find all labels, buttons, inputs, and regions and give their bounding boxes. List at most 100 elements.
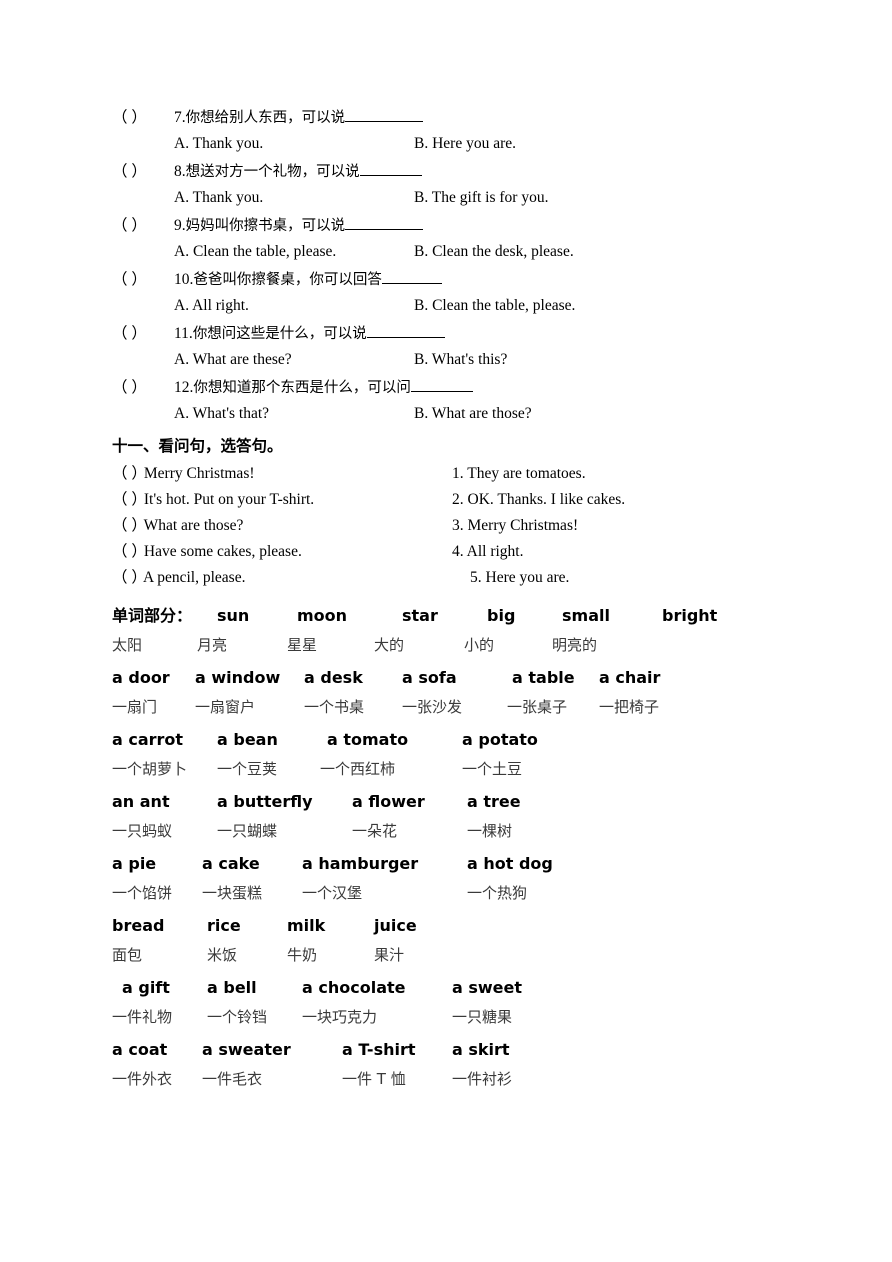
- matching-prompt: （ ） Have some cakes, please.: [112, 539, 452, 565]
- vocabulary-word-cn: 面包: [112, 946, 143, 964]
- option-a[interactable]: A. All right.: [174, 293, 414, 319]
- vocabulary-word-cn: 太阳: [112, 636, 143, 654]
- fill-in-blank[interactable]: [359, 161, 422, 176]
- question-number: 11.: [174, 325, 193, 342]
- option-b[interactable]: B. Here you are.: [414, 131, 516, 157]
- vocabulary-group: a gift a bell a chocolate a sweet 一件礼物 一个铃铛 一块…: [112, 973, 792, 1031]
- question-number: 7.: [174, 109, 186, 126]
- matching-answer-bracket[interactable]: （ ）: [112, 487, 147, 513]
- matching-prompt: （ ） What are those?: [112, 513, 452, 539]
- vocabulary-word-en: a sweet: [452, 978, 523, 997]
- vocabulary-word-en: a gift: [122, 978, 170, 997]
- vocabulary-chinese-row: 太阳 月亮 星星 大的 小的 明亮的: [112, 631, 792, 659]
- multiple-choice-item: （ ） 9. 妈妈叫你擦书桌，可以说 A. Clean the table, ple…: [112, 213, 792, 265]
- vocabulary-chinese-row: 面包 米饭 牛奶 果汁: [112, 941, 792, 969]
- vocabulary-group: a coat a sweater a T-shirt a skirt 一件外衣 一件毛衣一…: [112, 1035, 792, 1093]
- vocabulary-word-en: juice: [374, 916, 417, 935]
- matching-answer-bracket[interactable]: （ ）: [112, 565, 147, 591]
- vocabulary-word-cn: 一个汉堡: [302, 884, 363, 902]
- vocabulary-word-cn: 一个豆荚: [217, 760, 278, 778]
- matching-answer-text: 1. They are tomatoes.: [452, 465, 586, 482]
- fill-in-blank[interactable]: [410, 377, 473, 392]
- option-a[interactable]: A. Thank you.: [174, 185, 414, 211]
- matching-prompt-text: What are those?: [140, 517, 244, 534]
- option-a[interactable]: A. Thank you.: [174, 131, 414, 157]
- answer-bracket[interactable]: （ ）: [112, 213, 174, 239]
- vocabulary-word-cn: 一棵树: [467, 822, 513, 840]
- vocabulary-chinese-row: 一个馅饼 一块蛋糕 一个汉堡 一个热狗: [112, 879, 792, 907]
- answer-bracket[interactable]: （ ）: [112, 105, 174, 131]
- question-line: （ ） 10. 爸爸叫你擦餐桌，你可以回答: [112, 267, 792, 293]
- fill-in-blank[interactable]: [345, 107, 424, 122]
- vocabulary-word-cn: 一件外衣: [112, 1070, 173, 1088]
- option-b[interactable]: B. Clean the table, please.: [414, 293, 575, 319]
- vocabulary-word-cn: 一张沙发: [402, 698, 463, 716]
- vocabulary-chinese-row: 一只蚂蚁 一只蝴蝶 一朵花 一棵树: [112, 817, 792, 845]
- vocabulary-word-en: a tomato: [327, 730, 409, 749]
- answer-bracket[interactable]: （ ）: [112, 321, 174, 347]
- matching-section: （ ） Merry Christmas! 1. They are tomatoes…: [112, 461, 792, 591]
- matching-prompt-text: Merry Christmas!: [140, 465, 255, 482]
- fill-in-blank[interactable]: [366, 323, 445, 338]
- vocabulary-word-cn: 一扇窗户: [195, 698, 256, 716]
- option-a[interactable]: A. What are these?: [174, 347, 414, 373]
- option-a[interactable]: A. Clean the table, please.: [174, 239, 414, 265]
- vocabulary-word-en: a T-shirt: [342, 1040, 416, 1059]
- option-a[interactable]: A. What's that?: [174, 401, 414, 427]
- vocabulary-word-cn: 星星: [287, 636, 318, 654]
- vocabulary-group: a door a window a desk a sofa a table a chair…: [112, 663, 792, 721]
- vocabulary-word-cn: 一个土豆: [462, 760, 523, 778]
- answer-bracket[interactable]: （ ）: [112, 159, 174, 185]
- vocabulary-word-en: a hamburger: [302, 854, 419, 873]
- option-b[interactable]: B. Clean the desk, please.: [414, 239, 574, 265]
- vocabulary-english-row: bread rice milk juice: [112, 911, 792, 941]
- vocabulary-word-en: bread: [112, 916, 165, 935]
- vocabulary-word-en: rice: [207, 916, 241, 935]
- matching-answer-bracket[interactable]: （ ）: [112, 513, 147, 539]
- vocabulary-word-cn: 一件衬衫: [452, 1070, 513, 1088]
- question-text: 你想知道那个东西是什么，可以问: [193, 380, 411, 396]
- vocabulary-word-cn: 大的: [374, 636, 405, 654]
- vocabulary-word-cn: 月亮: [197, 636, 228, 654]
- option-line: A. What's that? B. What are those?: [112, 401, 792, 427]
- option-b[interactable]: B. The gift is for you.: [414, 185, 548, 211]
- vocabulary-word-cn: 一件 T 恤: [342, 1070, 406, 1088]
- matching-answer-bracket[interactable]: （ ）: [112, 539, 147, 565]
- question-text: 妈妈叫你擦书桌，可以说: [185, 218, 346, 234]
- vocabulary-word-cn: 牛奶: [287, 946, 318, 964]
- vocabulary-word-cn: 一块巧克力: [302, 1008, 378, 1026]
- matching-answer-text: 5. Here you are.: [470, 569, 570, 586]
- vocabulary-word-cn: 明亮的: [552, 636, 598, 654]
- vocabulary-group: an ant a butterfly a flower a tree 一只蚂蚁 一只蝴蝶一…: [112, 787, 792, 845]
- vocabulary-word-cn: 一件毛衣: [202, 1070, 263, 1088]
- answer-bracket[interactable]: （ ）: [112, 375, 174, 401]
- option-b[interactable]: B. What are those?: [414, 401, 532, 427]
- question-text: 想送对方一个礼物，可以说: [185, 164, 360, 180]
- option-line: A. Thank you. B. The gift is for you.: [112, 185, 792, 211]
- matching-answer-bracket[interactable]: （ ）: [112, 461, 147, 487]
- vocabulary-word-en: milk: [287, 916, 326, 935]
- multiple-choice-item: （ ） 11. 你想问这些是什么，可以说 A. What are these? B. …: [112, 321, 792, 373]
- fill-in-blank[interactable]: [381, 269, 442, 284]
- vocabulary-word-cn: 果汁: [374, 946, 405, 964]
- answer-bracket[interactable]: （ ）: [112, 267, 174, 293]
- fill-in-blank[interactable]: [345, 215, 424, 230]
- question-number: 9.: [174, 217, 186, 234]
- option-b[interactable]: B. What's this?: [414, 347, 507, 373]
- vocabulary-word-en: a potato: [462, 730, 538, 749]
- vocabulary-word-cn: 一块蛋糕: [202, 884, 263, 902]
- vocabulary-word-cn: 米饭: [207, 946, 238, 964]
- matching-prompt: （ ） A pencil, please.: [112, 565, 452, 591]
- vocabulary-word-cn: 一张桌子: [507, 698, 568, 716]
- vocabulary-word-cn: 一个热狗: [467, 884, 528, 902]
- matching-answer-text: 4. All right.: [452, 543, 524, 560]
- vocabulary-word-cn: 一只蝴蝶: [217, 822, 278, 840]
- vocabulary-word-en: bright: [662, 606, 718, 625]
- vocabulary-group: bread rice milk juice 面包 米饭 牛奶 果汁: [112, 911, 792, 969]
- vocabulary-word-en: a table: [512, 668, 575, 687]
- vocabulary-word-en: a flower: [352, 792, 425, 811]
- question-line: （ ） 8. 想送对方一个礼物，可以说: [112, 159, 792, 185]
- vocabulary-english-row: an ant a butterfly a flower a tree: [112, 787, 792, 817]
- question-line: （ ） 11. 你想问这些是什么，可以说: [112, 321, 792, 347]
- worksheet-content: （ ） 7. 你想给别人东西，可以说 A. Thank you. B. Here yo…: [112, 105, 792, 1097]
